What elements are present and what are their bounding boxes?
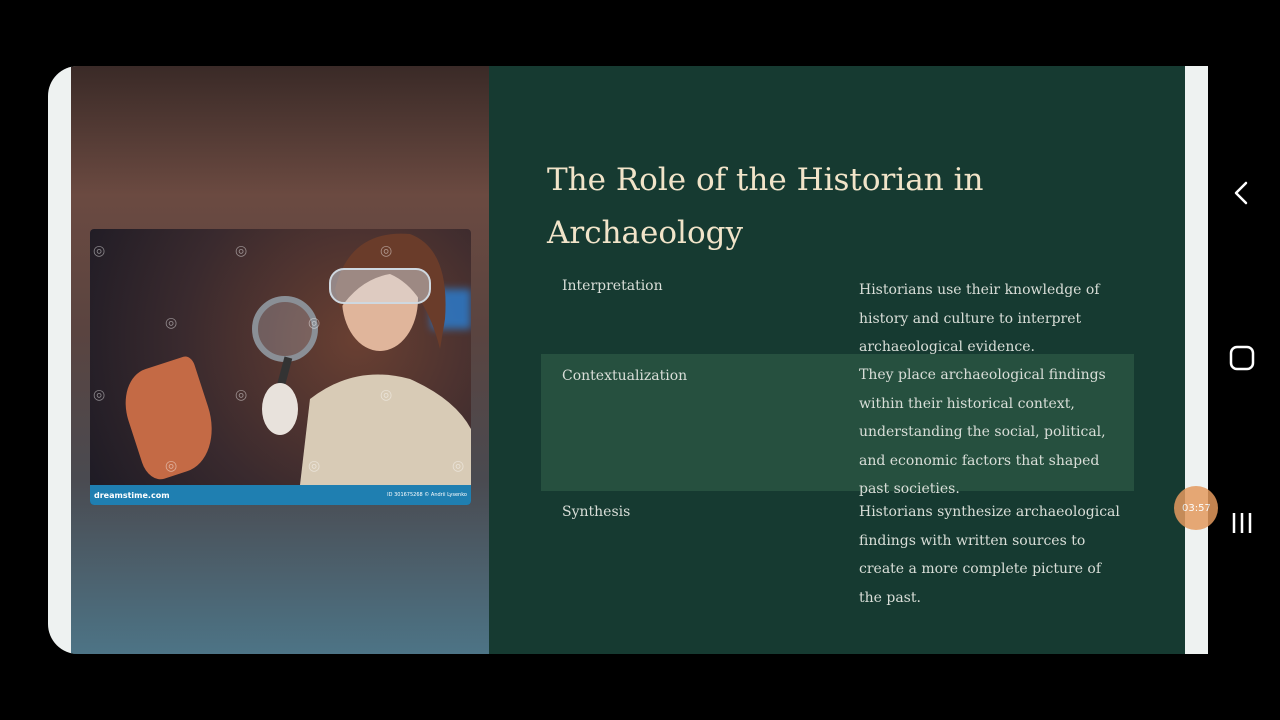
photo-brand: dreamstime.com <box>94 490 170 500</box>
photo-credit-bar: dreamstime.com ID 301675268 © Andrii Lys… <box>90 485 471 505</box>
recent-apps-icon[interactable] <box>1222 503 1262 543</box>
table-row-highlighted: Contextualization They place archaeologi… <box>541 354 1134 497</box>
slide-title: The Role of the Historian in Archaeology <box>547 162 984 251</box>
chevron-left-icon[interactable] <box>1222 173 1262 213</box>
table-row: Interpretation Historians use their know… <box>541 276 1134 356</box>
row-description: Historians use their knowledge of histor… <box>859 282 1100 355</box>
stock-photo: ◎ ◎ ◎ ◎ ◎ ◎ ◎ ◎ ◎ ◎ ◎ dreamstime.com ID … <box>90 229 471 505</box>
watermark-icon: ◎ <box>235 387 248 403</box>
watermark-icon: ◎ <box>380 387 393 403</box>
screen: ◎ ◎ ◎ ◎ ◎ ◎ ◎ ◎ ◎ ◎ ◎ dreamstime.com ID … <box>48 66 1208 654</box>
table-row: Synthesis Historians synthesize archaeol… <box>541 498 1134 618</box>
slide-image-panel: ◎ ◎ ◎ ◎ ◎ ◎ ◎ ◎ ◎ ◎ ◎ dreamstime.com ID … <box>71 66 489 654</box>
recording-timer-bubble[interactable]: 03:57 <box>1174 486 1218 530</box>
historian-figure <box>252 233 471 485</box>
watermark-icon: ◎ <box>165 458 178 474</box>
presentation-slide: ◎ ◎ ◎ ◎ ◎ ◎ ◎ ◎ ◎ ◎ ◎ dreamstime.com ID … <box>71 66 1185 654</box>
watermark-icon: ◎ <box>93 387 106 403</box>
watermark-icon: ◎ <box>165 315 178 331</box>
row-description: They place archaeological findings withi… <box>859 367 1106 497</box>
row-term: Interpretation <box>562 278 663 294</box>
watermark-icon: ◎ <box>308 315 321 331</box>
watermark-icon: ◎ <box>93 243 106 259</box>
watermark-icon: ◎ <box>235 243 248 259</box>
home-square-icon[interactable] <box>1222 338 1262 378</box>
row-term: Synthesis <box>562 504 631 520</box>
row-description: Historians synthesize archaeological fin… <box>859 504 1120 606</box>
watermark-icon: ◎ <box>308 458 321 474</box>
row-term: Contextualization <box>562 368 688 384</box>
photo-id: ID 301675268 © Andrii Lysenko <box>387 492 467 498</box>
timer-text: 03:57 <box>1182 502 1211 514</box>
watermark-icon: ◎ <box>380 243 393 259</box>
screen-edge <box>1185 66 1208 654</box>
watermark-icon: ◎ <box>452 458 465 474</box>
